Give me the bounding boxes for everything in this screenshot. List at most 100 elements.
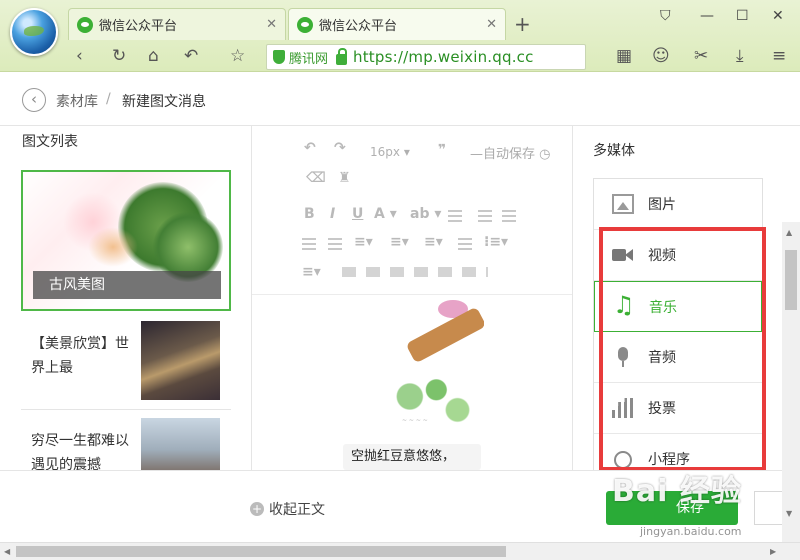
image-icon — [612, 194, 634, 214]
align-left-icon[interactable] — [478, 210, 492, 222]
justify-icon[interactable] — [328, 238, 342, 250]
media-item-image[interactable]: 图片 — [594, 179, 762, 230]
browser-tab-1[interactable]: 微信公众平台 ✕ — [68, 8, 286, 40]
redo-icon[interactable]: ↷ — [334, 140, 346, 156]
article-image[interactable]: ~ ~ ~ ~ — [378, 296, 484, 430]
media-item-audio[interactable]: 音频 — [594, 332, 762, 383]
format-brush-icon[interactable]: ♜ — [338, 170, 351, 186]
refresh-icon[interactable]: ↻ — [112, 46, 126, 66]
media-item-label: 图片 — [648, 197, 676, 213]
star-icon[interactable]: ☆ — [230, 46, 245, 66]
maximize-icon[interactable]: ☐ — [736, 8, 749, 24]
cover-caption: 古风美图 — [33, 271, 221, 299]
scroll-down-icon[interactable]: ▼ — [786, 509, 792, 518]
article-thumbnail — [141, 321, 220, 400]
list-style-icon[interactable]: ≡▾ — [302, 264, 321, 280]
secondary-button[interactable] — [754, 491, 782, 525]
background-color-icon[interactable]: ab ▾ — [410, 206, 441, 222]
line-spacing-icon[interactable]: ≡▾ — [354, 234, 373, 250]
media-panel: 多媒体 图片 视频 音乐 音频 投票 小程序 — [572, 126, 772, 470]
media-item-video[interactable]: 视频 — [594, 230, 762, 281]
content-paragraph[interactable]: 空抛红豆意悠悠， — [343, 444, 481, 470]
watermark-logo: Bai 经验 — [612, 474, 742, 509]
scroll-left-icon[interactable]: ◀ — [4, 547, 10, 556]
bar-chart-icon — [612, 398, 634, 418]
tab-title: 微信公众平台 — [319, 19, 398, 34]
align-right-icon[interactable] — [302, 238, 316, 250]
scroll-right-icon[interactable]: ▶ — [770, 547, 776, 556]
underline-icon[interactable]: U — [352, 206, 363, 222]
bold-icon[interactable]: B — [304, 206, 315, 222]
editor-area: ↶ ↷ 16px ▾ ❞ —自动保存 ◷ ⌫ ♜ B I U A ▾ ab ▾ … — [252, 126, 572, 470]
navigation-bar: ‹ ↻ ⌂ ↶ ☆ 腾讯网 https://mp.weixin.qq.cc ▦ … — [68, 42, 800, 72]
microphone-icon — [612, 347, 634, 367]
home-icon[interactable]: ⌂ — [148, 46, 159, 66]
clear-format-icon[interactable] — [458, 238, 472, 250]
more-tools[interactable] — [342, 267, 488, 277]
menu-icon[interactable]: ≡ — [772, 46, 786, 66]
media-item-music[interactable]: 音乐 — [594, 281, 762, 332]
media-item-label: 音乐 — [649, 299, 677, 316]
align-center-icon[interactable] — [502, 210, 516, 222]
skin-icon[interactable]: ⛉ — [660, 8, 671, 24]
paragraph-before-icon[interactable]: ≡▾ — [390, 234, 409, 250]
wechat-icon — [297, 16, 313, 33]
music-icon — [613, 291, 635, 319]
download-icon[interactable]: ⤓ — [736, 46, 744, 66]
video-icon — [612, 245, 634, 265]
breadcrumb: ‹ 素材库 / 新建图文消息 — [0, 72, 800, 126]
breadcrumb-parent[interactable]: 素材库 — [56, 91, 98, 111]
horizontal-scrollbar[interactable]: ◀ ▶ — [0, 542, 800, 560]
lock-icon — [336, 47, 348, 65]
scrollbar-thumb[interactable] — [785, 250, 797, 310]
vertical-scrollbar[interactable]: ▲ ▼ — [782, 222, 800, 542]
media-item-vote[interactable]: 投票 — [594, 383, 762, 434]
breadcrumb-current: 新建图文消息 — [122, 94, 206, 110]
address-bar[interactable]: 腾讯网 https://mp.weixin.qq.cc — [266, 44, 586, 70]
wechat-icon — [77, 16, 93, 33]
browser-chrome: 微信公众平台 ✕ 微信公众平台 ✕ + ⛉ — ☐ ✕ ‹ ↻ ⌂ ↶ ☆ 腾讯… — [0, 0, 800, 72]
back-icon[interactable]: ‹ — [76, 46, 83, 66]
undo-icon[interactable]: ↶ — [184, 46, 198, 66]
new-tab-button[interactable]: + — [514, 12, 531, 36]
article-list-panel: 图文列表 古风美图 【美景欣赏】世界上最 穷尽一生都难以遇见的震撼 — [0, 126, 252, 507]
watermark-url: jingyan.baidu.com — [640, 525, 742, 538]
indent-icon[interactable] — [448, 210, 462, 222]
article-list-title: 图文列表 — [22, 134, 78, 150]
close-tab-icon[interactable]: ✕ — [266, 17, 277, 32]
site-badge: 腾讯网 — [289, 51, 329, 67]
media-panel-title: 多媒体 — [593, 143, 635, 159]
paragraph-after-icon[interactable]: ≡▾ — [424, 234, 443, 250]
apps-grid-icon[interactable]: ▦ — [616, 46, 632, 66]
font-size-select[interactable]: 16px ▾ — [370, 145, 410, 159]
scissors-icon[interactable]: ✂ — [694, 46, 708, 66]
undo-icon[interactable]: ↶ — [304, 140, 316, 156]
wechat-face-icon[interactable]: ☺ — [652, 46, 670, 66]
back-circle-icon[interactable]: ‹ — [22, 88, 46, 112]
plus-circle-icon: + — [250, 502, 264, 516]
media-item-label: 音频 — [648, 350, 676, 366]
media-list: 图片 视频 音乐 音频 投票 小程序 — [593, 178, 763, 470]
autosave-toggle[interactable]: —自动保存 ◷ — [470, 143, 551, 162]
media-item-mini-program[interactable]: 小程序 — [594, 434, 762, 470]
url-text[interactable]: https://mp.weixin.qq.cc — [353, 48, 534, 66]
media-item-label: 投票 — [648, 401, 676, 417]
browser-tab-2[interactable]: 微信公众平台 ✕ — [288, 8, 506, 40]
breadcrumb-separator: / — [106, 91, 111, 107]
close-tab-icon[interactable]: ✕ — [486, 17, 497, 32]
italic-icon[interactable]: I — [330, 206, 335, 222]
article-list-item[interactable]: 【美景欣赏】世界上最 — [21, 314, 231, 410]
scrollbar-thumb[interactable] — [16, 546, 506, 557]
close-window-icon[interactable]: ✕ — [772, 8, 784, 24]
tab-title: 微信公众平台 — [99, 19, 178, 34]
cover-article[interactable]: 古风美图 — [21, 170, 231, 311]
collapse-content-button[interactable]: + 收起正文 — [250, 499, 325, 519]
quote-icon[interactable]: ❞ — [438, 142, 446, 158]
font-color-icon[interactable]: A ▾ — [374, 206, 397, 222]
eraser-icon[interactable]: ⌫ — [306, 170, 326, 186]
scroll-up-icon[interactable]: ▲ — [786, 228, 792, 237]
shield-icon — [273, 50, 285, 64]
minimize-icon[interactable]: — — [700, 8, 714, 24]
list-icon[interactable]: ⁝≡▾ — [484, 234, 508, 250]
browser-logo-icon[interactable] — [10, 8, 58, 56]
